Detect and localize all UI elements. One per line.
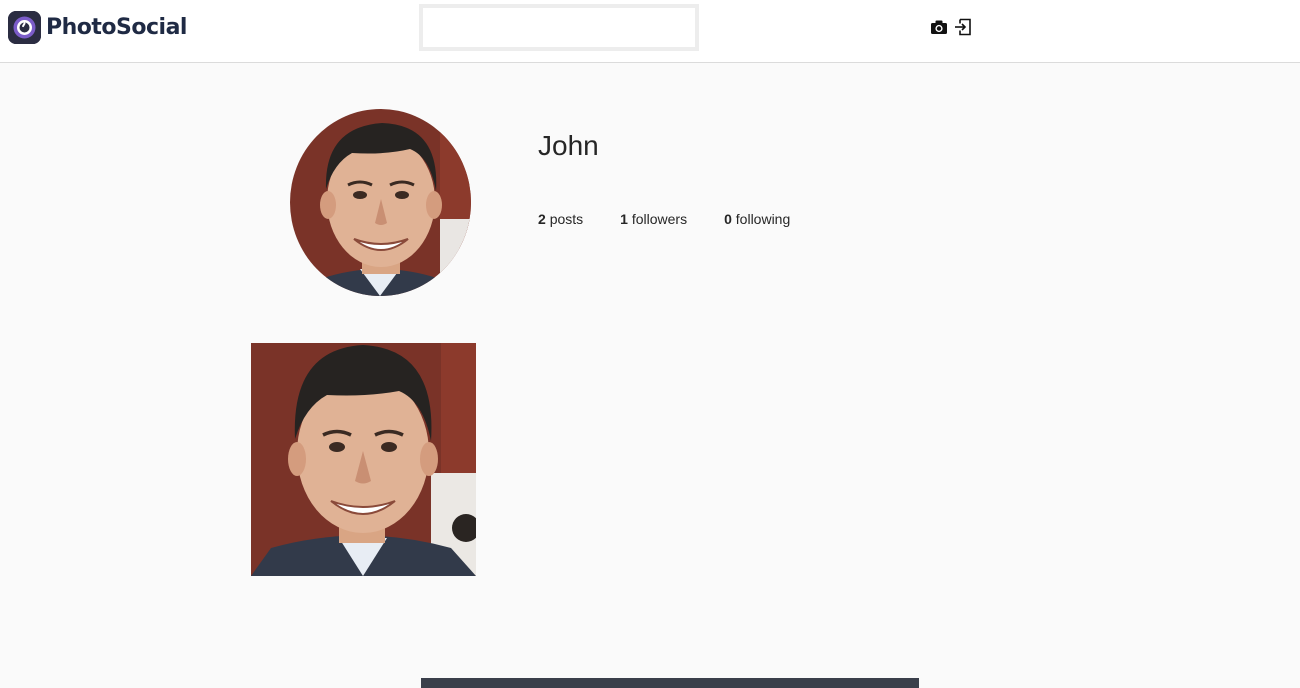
camera-icon[interactable] — [930, 18, 948, 36]
profile-username: John — [538, 130, 599, 161]
following-stat[interactable]: 0 following — [724, 211, 790, 227]
profile-stats: 2 posts 1 followers 0 following — [538, 211, 827, 227]
followers-label: followers — [631, 211, 688, 227]
avatar[interactable] — [290, 109, 471, 296]
following-count: 0 — [724, 211, 732, 227]
search-input[interactable] — [419, 4, 699, 51]
logo-text: PhotoSocial — [46, 15, 187, 40]
followers-count: 1 — [620, 211, 628, 227]
logo-lens-icon — [8, 11, 41, 44]
following-label: following — [735, 211, 791, 227]
followers-stat[interactable]: 1 followers — [620, 211, 687, 227]
top-navigation-bar: PhotoSocial — [0, 0, 1300, 63]
posts-label: posts — [549, 211, 584, 227]
logout-icon[interactable] — [954, 18, 972, 36]
posts-stat: 2 posts — [538, 211, 583, 227]
app-logo[interactable]: PhotoSocial — [8, 11, 187, 44]
post-thumbnail[interactable] — [251, 343, 476, 576]
posts-count: 2 — [538, 211, 546, 227]
header-actions — [930, 18, 972, 36]
